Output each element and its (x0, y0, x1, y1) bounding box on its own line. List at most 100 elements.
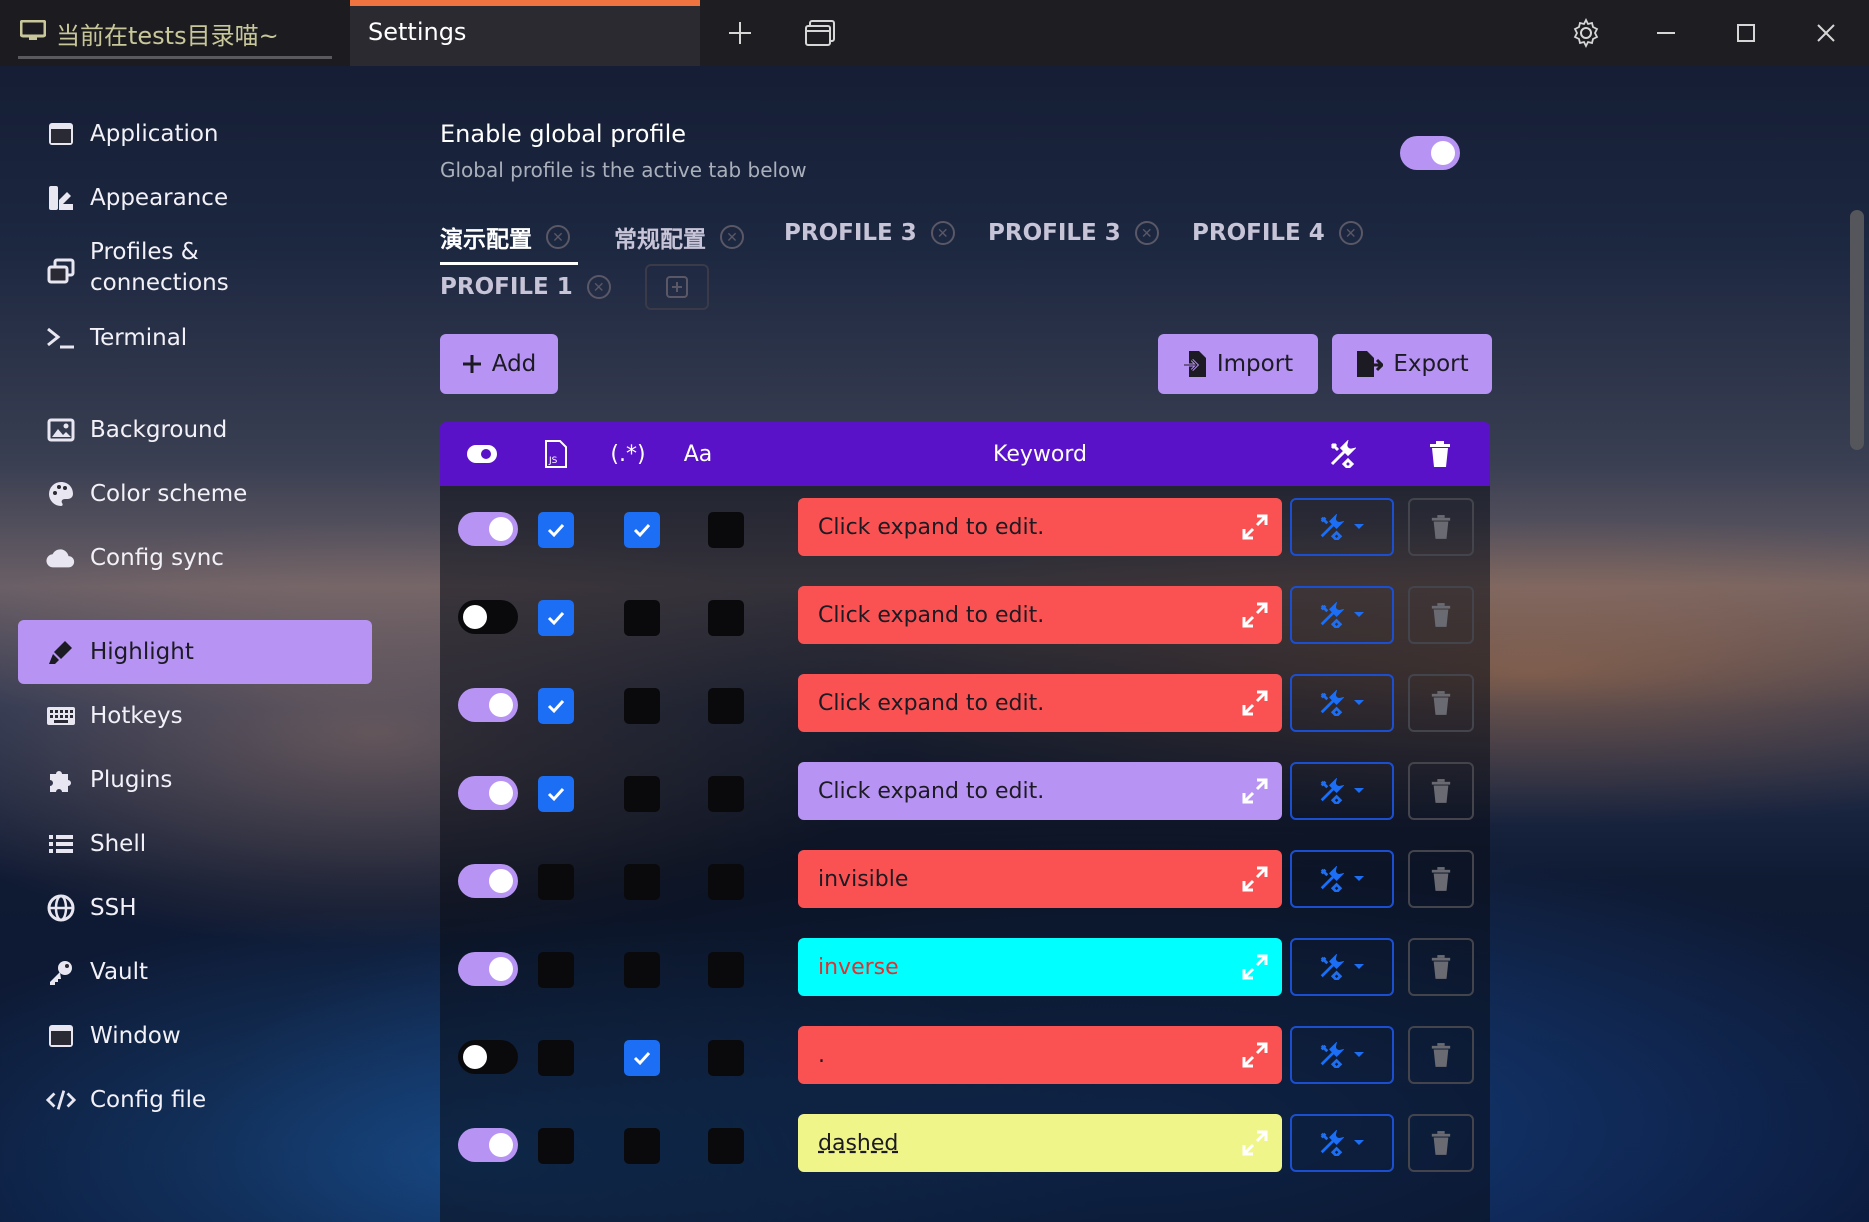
regex-checkbox[interactable] (624, 1128, 660, 1164)
case-checkbox[interactable] (708, 512, 744, 548)
row-actions-dropdown[interactable] (1290, 1026, 1394, 1084)
row-actions-dropdown[interactable] (1290, 938, 1394, 996)
main-scrollbar[interactable] (1850, 210, 1864, 450)
js-checkbox[interactable] (538, 512, 574, 548)
sidebar-item-application[interactable]: Application (18, 102, 372, 166)
expand-icon[interactable] (1242, 866, 1268, 892)
row-enabled-toggle[interactable] (458, 776, 518, 810)
profile-tab-4[interactable]: PROFILE 3 ✕ (988, 220, 1159, 246)
row-enabled-toggle[interactable] (458, 864, 518, 898)
case-checkbox[interactable] (708, 1040, 744, 1076)
close-icon[interactable]: ✕ (546, 225, 570, 249)
sidebar-item-terminal[interactable]: Terminal (18, 306, 372, 370)
profile-tab-2[interactable]: 常规配置 ✕ (614, 220, 744, 254)
sidebar-item-config-file[interactable]: Config file (18, 1068, 372, 1132)
regex-checkbox[interactable] (624, 688, 660, 724)
sidebar-item-config-sync[interactable]: Config sync (18, 526, 372, 590)
js-checkbox[interactable] (538, 688, 574, 724)
profile-tab-3[interactable]: PROFILE 3 ✕ (784, 220, 955, 246)
regex-checkbox[interactable] (624, 600, 660, 636)
export-button[interactable]: Export (1332, 334, 1492, 394)
case-checkbox[interactable] (708, 952, 744, 988)
expand-icon[interactable] (1242, 1042, 1268, 1068)
expand-icon[interactable] (1242, 602, 1268, 628)
maximize-button[interactable] (1726, 14, 1766, 52)
profile-tab-5[interactable]: PROFILE 4 ✕ (1192, 220, 1363, 246)
sidebar-item-hotkeys[interactable]: Hotkeys (18, 684, 372, 748)
close-button[interactable] (1806, 14, 1846, 52)
delete-row-button[interactable] (1408, 762, 1474, 820)
add-button[interactable]: Add (440, 334, 558, 394)
minimize-button[interactable] (1646, 14, 1686, 52)
row-enabled-toggle[interactable] (458, 688, 518, 722)
case-checkbox[interactable] (708, 688, 744, 724)
close-icon[interactable]: ✕ (720, 225, 744, 249)
expand-icon[interactable] (1242, 514, 1268, 540)
case-checkbox[interactable] (708, 600, 744, 636)
sidebar-item-appearance[interactable]: Appearance (18, 166, 372, 230)
sidebar-item-color-scheme[interactable]: Color scheme (18, 462, 372, 526)
profile-tab-1[interactable]: 演示配置 ✕ (440, 220, 570, 254)
js-checkbox[interactable] (538, 1128, 574, 1164)
row-enabled-toggle[interactable] (458, 600, 518, 634)
expand-icon[interactable] (1242, 1130, 1268, 1156)
row-actions-dropdown[interactable] (1290, 498, 1394, 556)
js-checkbox[interactable] (538, 864, 574, 900)
js-checkbox[interactable] (538, 776, 574, 812)
close-icon[interactable]: ✕ (1134, 221, 1159, 245)
global-profile-toggle[interactable] (1400, 136, 1460, 170)
case-checkbox[interactable] (708, 776, 744, 812)
row-actions-dropdown[interactable] (1290, 674, 1394, 732)
row-actions-dropdown[interactable] (1290, 586, 1394, 644)
row-enabled-toggle[interactable] (458, 952, 518, 986)
sidebar-item-highlight[interactable]: Highlight (18, 620, 372, 684)
keyword-field[interactable]: invisible (798, 850, 1282, 908)
import-button[interactable]: Import (1158, 334, 1318, 394)
keyword-field[interactable]: Click expand to edit. (798, 498, 1282, 556)
row-actions-dropdown[interactable] (1290, 762, 1394, 820)
delete-row-button[interactable] (1408, 498, 1474, 556)
js-checkbox[interactable] (538, 952, 574, 988)
regex-checkbox[interactable] (624, 952, 660, 988)
row-actions-dropdown[interactable] (1290, 850, 1394, 908)
sidebar-item-vault[interactable]: Vault (18, 940, 372, 1004)
expand-icon[interactable] (1242, 778, 1268, 804)
delete-row-button[interactable] (1408, 674, 1474, 732)
keyword-field[interactable]: . (798, 1026, 1282, 1084)
row-enabled-toggle[interactable] (458, 1040, 518, 1074)
keyword-field[interactable]: Click expand to edit. (798, 586, 1282, 644)
row-enabled-toggle[interactable] (458, 1128, 518, 1162)
regex-checkbox[interactable] (624, 512, 660, 548)
js-checkbox[interactable] (538, 1040, 574, 1076)
case-checkbox[interactable] (708, 864, 744, 900)
delete-row-button[interactable] (1408, 1114, 1474, 1172)
expand-icon[interactable] (1242, 690, 1268, 716)
case-checkbox[interactable] (708, 1128, 744, 1164)
profiles-menu-button[interactable] (800, 14, 840, 52)
sidebar-item-shell[interactable]: Shell (18, 812, 372, 876)
delete-row-button[interactable] (1408, 850, 1474, 908)
delete-row-button[interactable] (1408, 938, 1474, 996)
js-checkbox[interactable] (538, 600, 574, 636)
close-icon[interactable]: ✕ (1338, 221, 1363, 245)
row-actions-dropdown[interactable] (1290, 1114, 1394, 1172)
sidebar-item-plugins[interactable]: Plugins (18, 748, 372, 812)
row-enabled-toggle[interactable] (458, 512, 518, 546)
terminal-tab[interactable]: 当前在tests目录喵~ (0, 0, 350, 66)
add-profile-button[interactable] (645, 264, 709, 310)
sidebar-item-window[interactable]: Window (18, 1004, 372, 1068)
sidebar-item-ssh[interactable]: SSH (18, 876, 372, 940)
delete-row-button[interactable] (1408, 586, 1474, 644)
close-icon[interactable]: ✕ (586, 275, 611, 299)
keyword-field[interactable]: Click expand to edit. (798, 674, 1282, 732)
delete-row-button[interactable] (1408, 1026, 1474, 1084)
keyword-field[interactable]: inverse (798, 938, 1282, 996)
regex-checkbox[interactable] (624, 1040, 660, 1076)
regex-checkbox[interactable] (624, 776, 660, 812)
close-icon[interactable]: ✕ (930, 221, 955, 245)
profile-tab-6[interactable]: PROFILE 1 ✕ (440, 274, 611, 300)
expand-icon[interactable] (1242, 954, 1268, 980)
new-tab-button[interactable] (720, 14, 760, 52)
settings-button[interactable] (1566, 14, 1606, 52)
sidebar-item-background[interactable]: Background (18, 398, 372, 462)
